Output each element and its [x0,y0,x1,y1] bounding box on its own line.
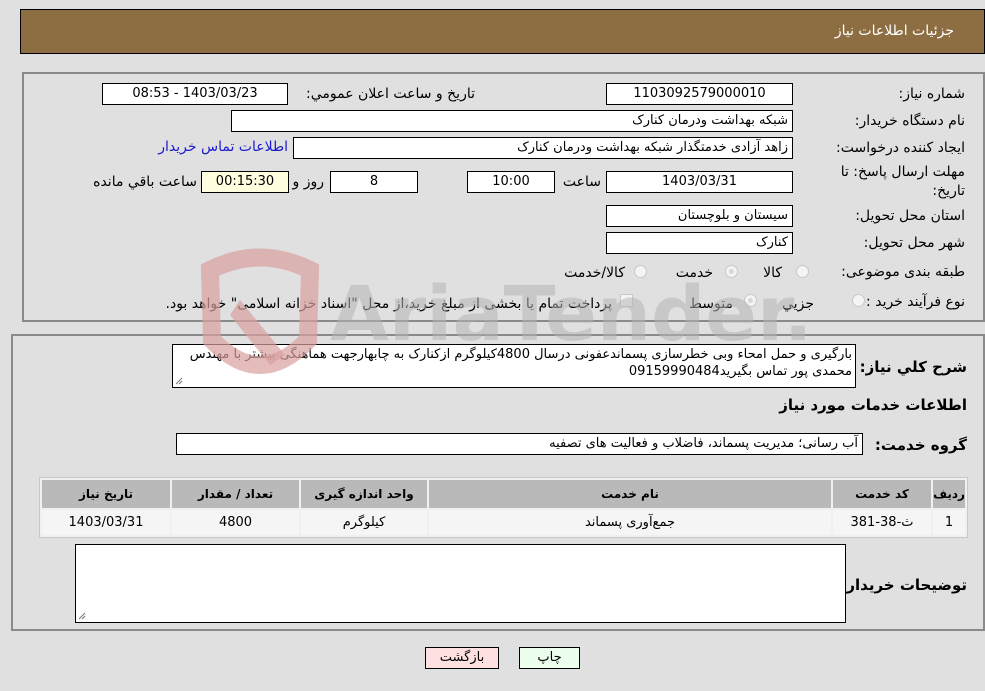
treasury-note: پرداخت تمام یا بخشی از مبلغ خرید،از محل … [165,296,612,312]
city-field: کنارک [606,232,793,254]
cell-service-name: جمع‌آوری پسماند [429,510,831,535]
category-service-label: خدمت [675,265,713,281]
category-label: طبقه بندی موضوعی: [841,264,965,280]
service-group-label: گروه خدمت: [874,436,967,454]
table-header-row: رديف کد خدمت نام خدمت واحد اندازه گيری ت… [42,480,965,508]
col-header-row-number: رديف [933,480,965,508]
time-remaining-label: ساعت باقي مانده [93,174,197,190]
province-field: سیستان و بلوچستان [606,205,793,227]
purchase-minor-label: جزيي [782,296,814,312]
category-goods-service-radio[interactable] [634,265,647,278]
col-header-need-date: تاریخ نیاز [42,480,170,508]
col-header-service-code: کد خدمت [833,480,931,508]
days-label: روز و [292,174,325,190]
announce-datetime-field: 1403/03/23 - 08:53 [102,83,288,105]
deadline-label: مهلت ارسال پاسخ: تا تاریخ: [840,164,965,199]
deadline-time-label: ساعت [562,174,601,190]
services-table: رديف کد خدمت نام خدمت واحد اندازه گيری ت… [39,477,968,538]
buyer-contact-link[interactable]: اطلاعات تماس خریدار [158,139,288,155]
col-header-quantity: تعداد / مقدار [172,480,299,508]
requester-field: زاهد آزادی خدمتگذار شبکه بهداشت ودرمان ک… [293,137,793,159]
col-header-unit: واحد اندازه گيری [301,480,427,508]
resize-grip-icon[interactable] [175,377,183,385]
page-title: جزئيات اطلاعات نياز [834,23,954,39]
deadline-date-field: 1403/03/31 [606,171,793,193]
announce-datetime-label: تاريخ و ساعت اعلان عمومي: [306,86,475,102]
cell-need-date: 1403/03/31 [42,510,170,535]
cell-row-number: 1 [933,510,965,535]
purchase-medium-label: متوسط [689,296,733,312]
cell-service-code: ث-38-381 [833,510,931,535]
requester-label: ایجاد کننده درخواست: [836,140,965,156]
service-group-field: آب رسانی؛ مدیریت پسماند، فاضلاب و فعالیت… [176,433,863,455]
buyer-notes-textarea[interactable] [75,544,846,623]
purchase-type-label: نوع فرآیند خرید : [866,294,965,310]
need-number-field: 1103092579000010 [606,83,793,105]
services-section-title: اطلاعات خدمات مورد نياز [779,396,967,414]
purchase-minor-radio[interactable] [852,294,865,307]
description-textarea[interactable]: بارگیری و حمل امحاء وبی خطرسازی پسماندعف… [172,344,856,388]
print-button[interactable]: چاپ [519,647,580,669]
table-row: 1 ث-38-381 جمع‌آوری پسماند کیلوگرم 4800 … [42,510,965,535]
deadline-time-field: 10:00 [467,171,555,193]
days-remaining-field: 8 [330,171,418,193]
treasury-checkbox[interactable] [620,294,633,307]
category-goods-label: کالا [763,265,782,281]
description-text: بارگیری و حمل امحاء وبی خطرسازی پسماندعف… [189,347,852,379]
category-service-radio[interactable] [725,265,738,278]
time-remaining-field: 00:15:30 [201,171,289,193]
city-label: شهر محل تحویل: [863,235,965,251]
category-goods-service-label: کالا/خدمت [564,265,625,281]
cell-quantity: 4800 [172,510,299,535]
category-goods-radio[interactable] [796,265,809,278]
province-label: استان محل تحویل: [855,208,965,224]
purchase-medium-radio[interactable] [744,294,757,307]
buyer-notes-label: توضیحات خریدار: [840,576,967,594]
back-button[interactable]: بازگشت [425,647,499,669]
need-number-label: شماره نیاز: [898,86,966,102]
page-header: جزئيات اطلاعات نياز [20,9,985,54]
buyer-org-label: نام دستگاه خریدار: [854,113,965,129]
cell-unit: کیلوگرم [301,510,427,535]
buyer-org-field: شبکه بهداشت ودرمان کنارک [231,110,793,132]
col-header-service-name: نام خدمت [429,480,831,508]
description-label: شرح کلي نياز: [859,358,967,376]
resize-grip-icon[interactable] [78,612,86,620]
